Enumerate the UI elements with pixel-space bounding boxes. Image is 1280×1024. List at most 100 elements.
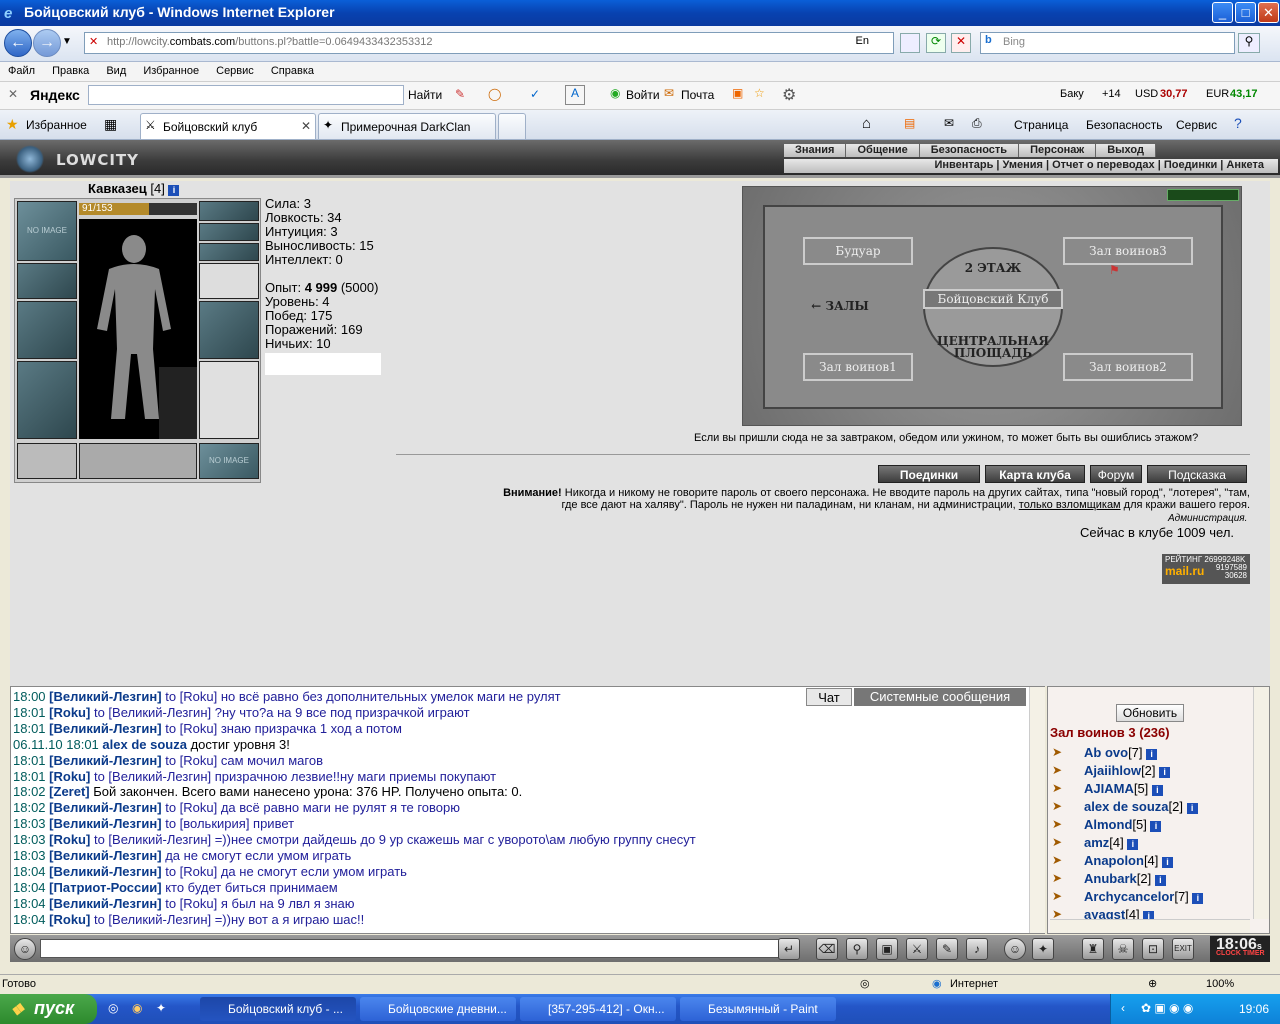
pet-slot[interactable] bbox=[159, 367, 197, 439]
stop-icon[interactable]: ✕ bbox=[951, 33, 971, 53]
armor-slot[interactable] bbox=[17, 361, 77, 439]
info-icon[interactable]: i bbox=[1150, 821, 1162, 832]
chat-line[interactable]: 18:03 [Великий-Лезгин] да не смогут если… bbox=[13, 848, 351, 864]
chat-nick[interactable]: [Патриот-России] bbox=[49, 880, 161, 895]
user-name[interactable]: Ab ovo[7] i bbox=[1084, 745, 1158, 760]
url-input[interactable]: ✕ http://lowcity.combats.com/buttons.pl?… bbox=[84, 32, 894, 54]
user-item[interactable]: ➤ Ajaiihlow[2] i bbox=[1052, 763, 1252, 781]
chat-line[interactable]: 18:03 [Roku] to [Великий-Лезгин] =))нее … bbox=[13, 832, 696, 848]
private-message-icon[interactable]: ➤ bbox=[1052, 817, 1074, 831]
translate-icon[interactable]: A bbox=[565, 85, 585, 105]
chat-nick[interactable]: [Roku] bbox=[49, 832, 90, 847]
chat-nick[interactable]: [Великий-Лезгин] bbox=[49, 816, 161, 831]
user-item[interactable]: ➤ Anapolon[4] i bbox=[1052, 853, 1252, 871]
helmet-slot[interactable]: NO IMAGE bbox=[17, 201, 77, 261]
save-log-icon[interactable]: ▣ bbox=[876, 938, 898, 960]
chat-nick[interactable]: [Великий-Лезгин] bbox=[49, 848, 161, 863]
chat-line[interactable]: 18:02 [Великий-Лезгин] to [Roku] да всё … bbox=[13, 800, 460, 816]
firefox-icon[interactable]: ◉ bbox=[132, 1001, 142, 1015]
refresh-button[interactable]: Обновить bbox=[1116, 704, 1184, 722]
chat-line[interactable]: 18:01 [Roku] to [Великий-Лезгин] ?ну что… bbox=[13, 705, 470, 721]
yandex-search-input[interactable] bbox=[88, 85, 404, 105]
mail-button[interactable]: Почта bbox=[681, 88, 714, 102]
private-message-icon[interactable]: ➤ bbox=[1052, 835, 1074, 849]
amulet-slot[interactable] bbox=[199, 223, 259, 241]
info-icon[interactable]: i bbox=[1127, 839, 1139, 850]
tab-chat[interactable]: Чат bbox=[806, 688, 852, 706]
exit-icon[interactable]: EXIT bbox=[1172, 938, 1194, 960]
pen-icon[interactable]: ✎ bbox=[936, 938, 958, 960]
nav-security[interactable]: Безопасность bbox=[919, 144, 1020, 157]
smile-icon[interactable]: ☺ bbox=[1004, 938, 1026, 960]
chat-nick[interactable]: [Великий-Лезгин] bbox=[49, 689, 161, 704]
info-icon[interactable]: i bbox=[1162, 857, 1174, 868]
chat-line[interactable]: 18:03 [Великий-Лезгин] to [волькирия] пр… bbox=[13, 816, 294, 832]
chat-nick[interactable]: alex de souza bbox=[102, 737, 187, 752]
info-icon[interactable]: i bbox=[1154, 875, 1166, 886]
lang-indicator[interactable]: En bbox=[856, 35, 869, 47]
info-icon[interactable]: i bbox=[1186, 803, 1198, 814]
user-name[interactable]: AJIAMA[5] i bbox=[1084, 781, 1163, 796]
chat-line[interactable]: 18:01 [Великий-Лезгин] to [Roku] сам моч… bbox=[13, 753, 323, 769]
nav-communication[interactable]: Общение bbox=[846, 144, 920, 157]
chat-line[interactable]: 18:04 [Великий-Лезгин] to [Roku] я был н… bbox=[13, 896, 355, 912]
search-icon[interactable]: ⚲ bbox=[1238, 33, 1260, 53]
safety-menu[interactable]: Безопасность bbox=[1086, 118, 1163, 132]
earring-slot[interactable] bbox=[199, 201, 259, 221]
room-hall2[interactable]: Зал воинов2 bbox=[1063, 353, 1193, 381]
task-diaries[interactable]: Бойцовские дневни... bbox=[360, 997, 516, 1021]
chat-nick[interactable]: [Zeret] bbox=[49, 784, 89, 799]
back-button[interactable]: ← bbox=[4, 29, 32, 57]
lock-icon[interactable]: ⊡ bbox=[1142, 938, 1164, 960]
menu-file[interactable]: Файл bbox=[0, 62, 41, 77]
favorite-add-icon[interactable]: ☆ bbox=[754, 86, 765, 100]
search-input[interactable]: b Bing bbox=[980, 32, 1235, 54]
settings-gear-icon[interactable]: ⚙ bbox=[782, 85, 796, 105]
read-mail-icon[interactable]: ✉ bbox=[944, 116, 954, 130]
room-central-square[interactable]: ЦЕНТРАЛЬНАЯ ПЛОЩАДЬ bbox=[933, 335, 1053, 359]
private-message-icon[interactable]: ➤ bbox=[1052, 781, 1074, 795]
quick-tabs-icon[interactable]: ▦ bbox=[104, 116, 117, 133]
home-icon[interactable]: ⌂ bbox=[862, 115, 871, 132]
menu-edit[interactable]: Правка bbox=[44, 62, 95, 77]
game-sub-nav[interactable]: Инвентарь | Умения | Отчет о переводах |… bbox=[784, 159, 1278, 173]
refresh-icon[interactable]: ⟳ bbox=[926, 33, 946, 53]
spellcheck-icon[interactable]: ✓ bbox=[530, 87, 540, 101]
chat-nick[interactable]: [Roku] bbox=[49, 912, 90, 927]
user-name[interactable]: alex de souza[2] i bbox=[1084, 799, 1198, 814]
user-item[interactable]: ➤ amz[4] i bbox=[1052, 835, 1252, 853]
tab-darkclan[interactable]: ✦ Примерочная DarkClan bbox=[318, 113, 496, 139]
user-item[interactable]: ➤ Almond[5] i bbox=[1052, 817, 1252, 835]
close-button[interactable]: ✕ bbox=[1258, 2, 1279, 23]
bracers-slot[interactable] bbox=[17, 263, 77, 299]
mailru-rating[interactable]: РЕЙТИНГ 26999248K mail.ru 9197589 30628 bbox=[1162, 554, 1250, 584]
maximize-button[interactable]: □ bbox=[1235, 2, 1256, 23]
history-dropdown-icon[interactable]: ▼ bbox=[62, 36, 72, 47]
start-button[interactable]: ❖ пуск bbox=[0, 994, 97, 1024]
private-message-icon[interactable]: ➤ bbox=[1052, 745, 1074, 759]
rings-slot[interactable] bbox=[199, 243, 259, 261]
user-name[interactable]: Almond[5] i bbox=[1084, 817, 1162, 832]
bookmark-add-icon[interactable]: ▣ bbox=[732, 86, 743, 100]
user-item[interactable]: ➤ alex de souza[2] i bbox=[1052, 799, 1252, 817]
yandex-find-button[interactable]: Найти bbox=[408, 88, 442, 102]
weapon-slot[interactable] bbox=[17, 301, 77, 359]
weather-city[interactable]: Баку bbox=[1060, 88, 1084, 100]
rss-icon[interactable]: ▤ bbox=[904, 116, 915, 130]
gloves-slot[interactable] bbox=[199, 263, 259, 299]
private-message-icon[interactable]: ➤ bbox=[1052, 799, 1074, 813]
yandex-logo[interactable]: Яндекс bbox=[30, 87, 80, 103]
user-item[interactable]: ➤ Archycancelor[7] i bbox=[1052, 889, 1252, 907]
room-hall3[interactable]: Зал воинов3 bbox=[1063, 237, 1193, 265]
chat-line[interactable]: 18:00 [Великий-Лезгин] to [Roku] но всё … bbox=[13, 689, 561, 705]
minimize-button[interactable]: _ bbox=[1212, 2, 1233, 23]
info-icon[interactable]: i bbox=[1159, 767, 1171, 778]
room-floor2[interactable]: 2 ЭТАЖ bbox=[953, 261, 1033, 275]
user-name[interactable]: amz[4] i bbox=[1084, 835, 1139, 850]
page-menu[interactable]: Страница bbox=[1014, 118, 1068, 132]
chat-line[interactable]: 06.11.10 18:01 alex de souza достиг уров… bbox=[13, 737, 290, 753]
private-message-icon[interactable]: ➤ bbox=[1052, 889, 1074, 903]
zoom-level[interactable]: 100% bbox=[1206, 978, 1234, 990]
close-toolbar-icon[interactable]: ✕ bbox=[8, 87, 18, 101]
clubmap-button[interactable]: Карта клуба bbox=[985, 465, 1085, 483]
